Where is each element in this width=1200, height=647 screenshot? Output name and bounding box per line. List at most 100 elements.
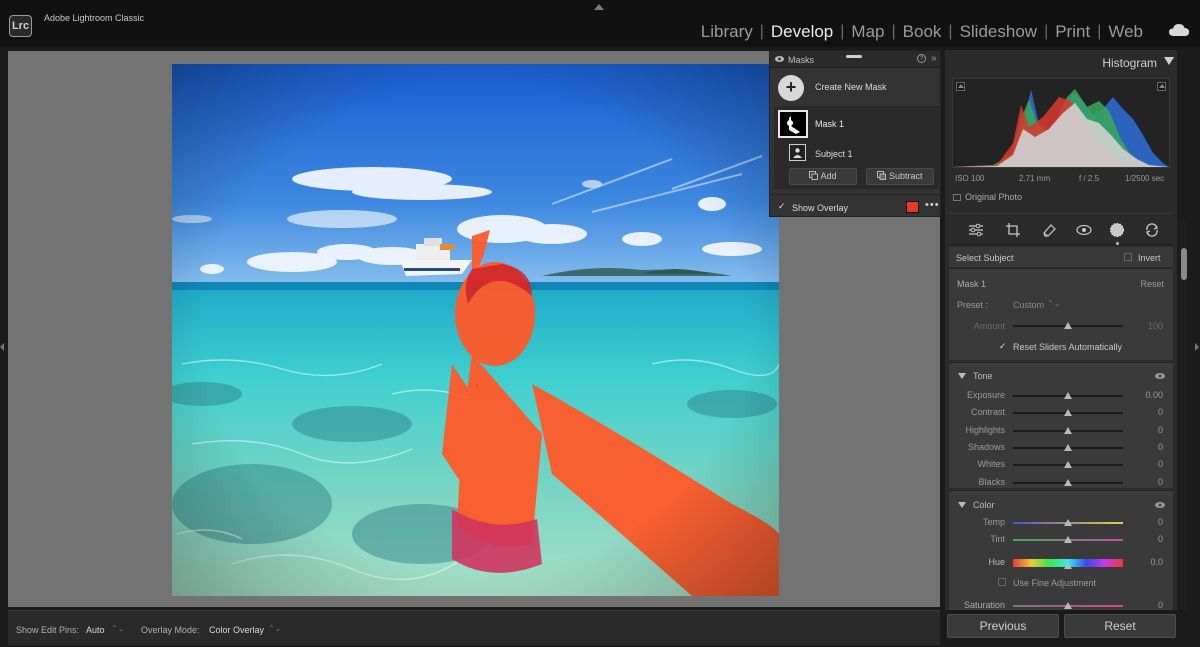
mask-1-label[interactable]: Mask 1 xyxy=(815,119,844,129)
amount-label: Amount xyxy=(973,321,1005,331)
original-photo-toggle[interactable]: Original Photo xyxy=(953,192,1022,202)
select-subject-label: Select Subject xyxy=(956,253,1014,263)
right-panel-toggle-icon[interactable] xyxy=(1195,343,1199,351)
color-collapse-icon[interactable] xyxy=(958,502,966,508)
top-panel-toggle-icon[interactable] xyxy=(594,4,604,10)
module-map[interactable]: Map xyxy=(844,22,891,42)
highlight-clipping-icon[interactable] xyxy=(1157,82,1166,91)
eye-icon[interactable] xyxy=(1155,373,1165,379)
more-icon[interactable]: ••• xyxy=(925,199,940,211)
module-print[interactable]: Print xyxy=(1048,22,1097,42)
preset-dropdown[interactable]: Custom xyxy=(1013,300,1044,310)
exposure-slider-thumb[interactable] xyxy=(1064,392,1072,399)
histogram-header[interactable]: Histogram xyxy=(945,50,1177,72)
color-title[interactable]: Color xyxy=(973,500,995,510)
module-slideshow[interactable]: Slideshow xyxy=(953,22,1045,42)
shadows-slider-thumb[interactable] xyxy=(1064,443,1072,451)
hue-value: 0.0 xyxy=(1150,557,1163,567)
invert-checkbox[interactable] xyxy=(1124,253,1132,261)
module-library[interactable]: Library xyxy=(694,22,760,42)
reset-sliders-checkbox[interactable]: ✓ xyxy=(999,341,1007,352)
module-web[interactable]: Web xyxy=(1101,22,1150,42)
blacks-label: Blacks xyxy=(978,476,1005,487)
app-logo: Lrc xyxy=(9,15,32,37)
preset-stepper-icon[interactable]: ⌃⌄ xyxy=(1047,299,1060,308)
invert-label[interactable]: Invert xyxy=(1138,253,1161,263)
healing-eraser-icon[interactable] xyxy=(1041,222,1057,238)
previous-button[interactable]: Previous xyxy=(947,614,1059,638)
color-section: Color Temp 0 Tint 0 Hue 0.0 Use Fine Adjustme… xyxy=(949,490,1173,610)
temp-label: Temp xyxy=(982,517,1005,527)
whites-slider-thumb[interactable] xyxy=(1064,461,1072,469)
lightroom-window: Lrc Adobe Lightroom Classic Library | Dev… xyxy=(0,0,1200,647)
edit-pins-dropdown[interactable]: Auto xyxy=(86,625,105,635)
preset-label: Preset : xyxy=(957,300,989,310)
tint-label: Tint xyxy=(990,534,1005,544)
photo-preview[interactable] xyxy=(172,64,779,596)
module-book[interactable]: Book xyxy=(896,22,949,42)
subject-icon[interactable] xyxy=(789,144,806,161)
mask-settings-section: Mask 1 Reset Preset : Custom ⌃⌄ Amount 1… xyxy=(949,268,1173,360)
create-mask-button[interactable]: + xyxy=(778,75,804,101)
fine-adjust-label[interactable]: Use Fine Adjustment xyxy=(1013,578,1096,588)
collapse-icon[interactable]: » xyxy=(931,53,937,64)
reset-button[interactable]: Reset xyxy=(1064,614,1176,638)
cloud-icon[interactable] xyxy=(1169,24,1189,36)
collapse-triangle-icon[interactable] xyxy=(1164,57,1174,65)
blacks-slider-thumb[interactable] xyxy=(1064,478,1072,486)
create-mask-label[interactable]: Create New Mask xyxy=(815,82,887,92)
contrast-slider-thumb[interactable] xyxy=(1064,409,1072,417)
masks-panel: Masks ? » + Create New Mask Mask 1 Subje… xyxy=(769,50,942,217)
module-develop[interactable]: Develop xyxy=(764,22,840,42)
tint-slider-thumb[interactable] xyxy=(1064,536,1072,543)
eye-icon[interactable] xyxy=(1155,502,1165,508)
shutter-value: 1/2500 sec xyxy=(1125,174,1165,183)
presets-icon[interactable] xyxy=(1144,222,1160,238)
mask-reset-button[interactable]: Reset xyxy=(1119,279,1164,289)
mask-thumbnail[interactable] xyxy=(778,110,808,138)
amount-value: 100 xyxy=(1147,321,1163,331)
masking-icon[interactable] xyxy=(1109,222,1125,238)
select-subject-row: Select Subject Invert xyxy=(949,247,1173,267)
hue-slider-thumb[interactable] xyxy=(1064,562,1072,569)
hue-label: Hue xyxy=(988,557,1005,567)
help-icon[interactable]: ? xyxy=(917,54,926,63)
show-overlay-label[interactable]: Show Overlay xyxy=(792,203,848,213)
shadow-clipping-icon[interactable] xyxy=(956,82,965,91)
subtract-mask-icon xyxy=(877,171,887,180)
overlay-color-swatch[interactable] xyxy=(906,201,919,213)
drag-handle-icon[interactable] xyxy=(846,55,862,58)
add-button[interactable]: Add xyxy=(789,168,857,185)
crop-icon[interactable] xyxy=(1005,222,1021,238)
tone-title[interactable]: Tone xyxy=(973,371,993,381)
tone-collapse-icon[interactable] xyxy=(958,373,966,379)
overlay-mode-label: Overlay Mode: xyxy=(141,625,200,635)
red-eye-icon[interactable] xyxy=(1076,222,1092,238)
fine-adjust-checkbox[interactable] xyxy=(998,578,1006,586)
iso-value: ISO 100 xyxy=(955,174,985,183)
show-overlay-row: ✓ Show Overlay ••• xyxy=(770,194,942,217)
module-picker: Library | Develop | Map | Book | Slideshow | … xyxy=(694,20,1150,44)
right-panel-scrollbar[interactable] xyxy=(1181,248,1187,280)
contrast-value: 0 xyxy=(1157,407,1163,418)
edit-sliders-icon[interactable] xyxy=(968,222,984,238)
subject-1-label[interactable]: Subject 1 xyxy=(815,149,853,159)
temp-slider-thumb[interactable] xyxy=(1064,519,1072,526)
histogram-graph[interactable] xyxy=(952,78,1170,168)
saturation-slider-thumb[interactable] xyxy=(1064,602,1072,609)
bottom-buttons: Previous Reset xyxy=(945,614,1177,640)
highlights-slider-thumb[interactable] xyxy=(1064,426,1072,434)
overlay-mode-dropdown[interactable]: Color Overlay xyxy=(209,625,264,635)
overlay-mode-stepper-icon[interactable]: ⌃⌄ xyxy=(268,624,281,633)
left-panel-toggle-icon[interactable] xyxy=(0,343,4,351)
shadows-value: 0 xyxy=(1157,441,1163,452)
show-overlay-checkbox[interactable]: ✓ xyxy=(778,201,786,212)
reset-sliders-label[interactable]: Reset Sliders Automatically xyxy=(1013,342,1122,352)
histogram-title: Histogram xyxy=(1102,56,1157,70)
amount-slider-thumb[interactable] xyxy=(1064,322,1072,329)
edit-pins-stepper-icon[interactable]: ⌃⌄ xyxy=(111,624,124,633)
aperture-value: f / 2.5 xyxy=(1079,174,1100,183)
masks-header[interactable]: Masks ? » xyxy=(770,51,940,68)
subtract-button[interactable]: Subtract xyxy=(866,168,934,185)
eye-icon[interactable] xyxy=(775,56,784,62)
